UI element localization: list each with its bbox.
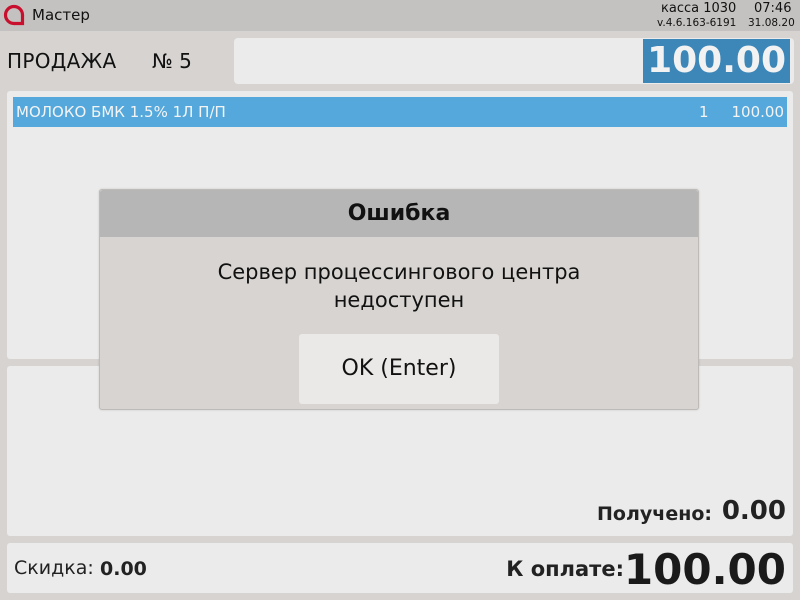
total-amount: 100.00: [643, 39, 790, 83]
sale-mode-label: ПРОДАЖА: [7, 49, 117, 73]
item-name: МОЛОКО БМК 1.5% 1Л П/П: [16, 103, 226, 121]
dialog-message-line-1: Сервер процессингового центра: [217, 260, 581, 284]
error-dialog: Ошибка Сервер процессингового центра нед…: [99, 189, 699, 410]
discount-label: Скидка:: [14, 557, 94, 579]
brand-logo-icon: [3, 4, 25, 26]
receipt-item-row[interactable]: МОЛОКО БМК 1.5% 1Л П/П 1 100.00: [13, 97, 787, 127]
dialog-message-line-2: недоступен: [333, 288, 465, 312]
total-display: 100.00: [234, 38, 794, 84]
discount-amount: 0.00: [100, 558, 147, 580]
item-quantity: 1: [699, 103, 709, 121]
item-sum: 100.00: [731, 103, 785, 121]
user-name: Мастер: [32, 6, 90, 24]
current-date: 31.08.20: [748, 17, 795, 29]
received-label: Получено:: [597, 503, 712, 525]
sale-number: № 5: [152, 49, 192, 73]
received-amount: 0.00: [721, 496, 786, 526]
amount-due: 100.00: [623, 545, 786, 594]
clock: 07:46: [754, 1, 792, 16]
dialog-message: Сервер процессингового центра недоступен: [120, 258, 678, 314]
app-version: v.4.6.163-6191: [657, 17, 737, 29]
register-number: касса 1030: [661, 1, 737, 16]
totals-bar: Скидка: 0.00 К оплате: 100.00: [7, 543, 793, 594]
dialog-title: Ошибка: [100, 190, 698, 237]
ok-button[interactable]: OK (Enter): [299, 334, 499, 404]
title-bar: Мастер касса 1030 07:46 v.4.6.163-6191 3…: [0, 0, 800, 31]
amount-due-label: К оплате:: [506, 557, 624, 581]
